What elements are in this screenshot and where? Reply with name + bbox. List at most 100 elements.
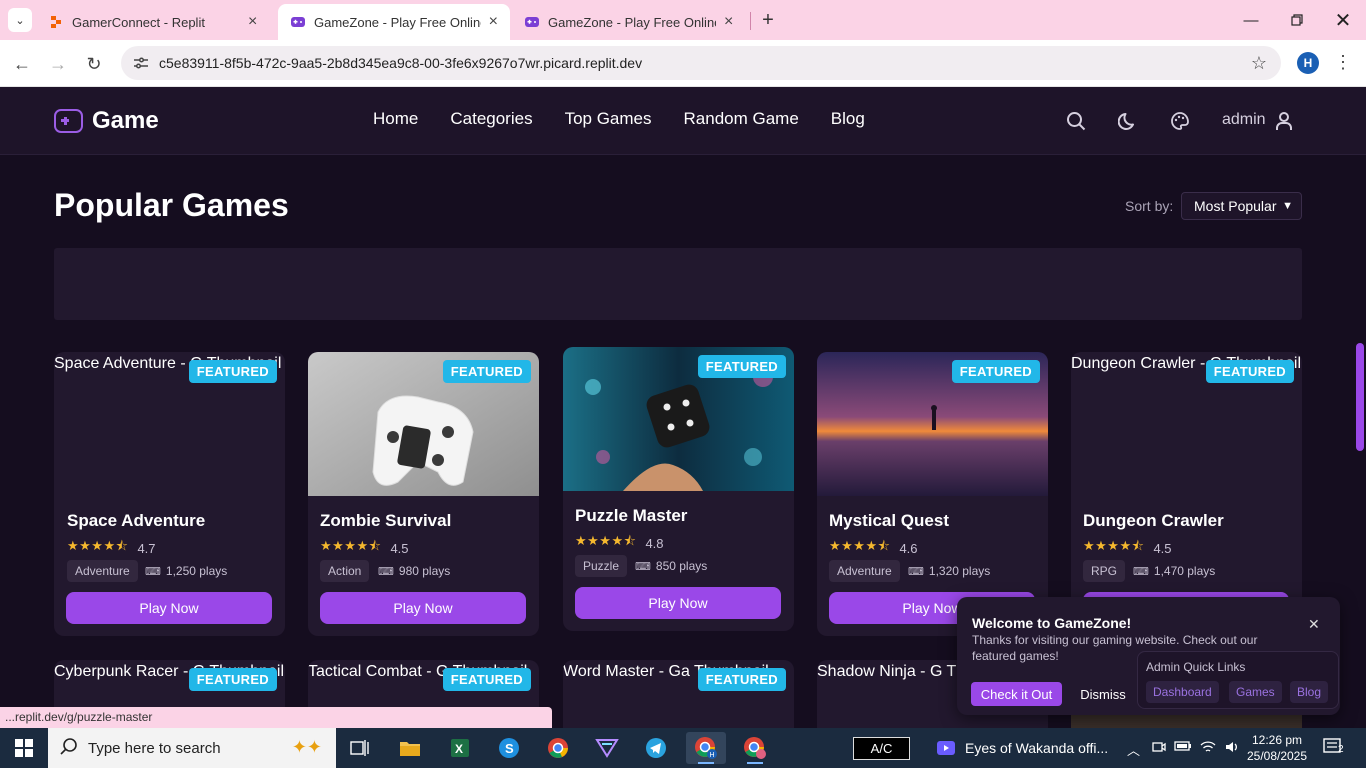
windows-start-button[interactable] (0, 728, 48, 768)
game-card[interactable]: Dungeon Crawler - G Thumbnail FEATURED D… (1071, 352, 1302, 636)
featured-badge: FEATURED (442, 668, 531, 691)
game-card[interactable]: FEATURED Mystical Quest ★★★★⯪ 4.6 Advent… (817, 352, 1048, 636)
search-icon (60, 737, 78, 760)
search-icon[interactable] (1064, 109, 1088, 133)
dismiss-button[interactable]: Dismiss (1071, 682, 1135, 706)
nav-random-game[interactable]: Random Game (684, 109, 799, 129)
play-now-button[interactable]: Play Now (320, 592, 526, 624)
featured-badge: FEATURED (1205, 360, 1294, 383)
plays-text: 1,470 plays (1153, 564, 1216, 578)
meet-now-icon[interactable] (1152, 740, 1166, 757)
close-icon[interactable]: ✕ (1308, 616, 1320, 633)
page-scrollbar[interactable] (1356, 343, 1364, 451)
game-title[interactable]: Dungeon Crawler (1083, 511, 1224, 531)
gamepad-icon: ⌨ (1133, 565, 1149, 578)
site-logo[interactable]: Game (54, 107, 159, 135)
game-card[interactable]: FEATURED Zombie Survival ★★★★⯪ 4.5 Actio… (308, 352, 539, 636)
svg-text:S: S (505, 741, 514, 756)
game-rating: ★★★★⯪ 4.8 (575, 532, 664, 554)
game-card[interactable]: FEATURED Puzzle Master ★★★★⯪ 4.8 Puzzle … (563, 347, 794, 631)
chrome-profile-icon[interactable] (735, 732, 775, 764)
ad-banner-placeholder (54, 248, 1302, 320)
wifi-icon[interactable] (1200, 740, 1216, 757)
tab-title: GameZone - Play Free Online G (548, 14, 716, 30)
site-info-icon[interactable] (133, 55, 149, 71)
gamepad-icon: ⌨ (378, 565, 394, 578)
check-it-out-button[interactable]: Check it Out (971, 682, 1062, 706)
chrome-profile-h-icon[interactable]: H (686, 732, 726, 764)
battery-icon[interactable] (1174, 740, 1192, 755)
forward-arrow-icon[interactable]: → (44, 50, 72, 78)
star-rating-icon: ★★★★⯪ (829, 538, 891, 553)
plays-text: 1,250 plays (165, 564, 228, 578)
popup-title: Welcome to GameZone! (972, 615, 1132, 631)
address-bar[interactable]: c5e83911-8f5b-472c-9aa5-2b8d345ea9c8-00-… (121, 46, 1281, 80)
file-explorer-icon[interactable] (390, 732, 430, 764)
sort-select[interactable]: Most Popular ▼ (1181, 192, 1302, 220)
back-arrow-icon[interactable]: ← (8, 50, 36, 78)
logo-text: Game (92, 107, 159, 134)
game-title[interactable]: Mystical Quest (829, 511, 949, 531)
media-player-icon[interactable] (936, 739, 956, 762)
user-icon[interactable] (1272, 109, 1296, 133)
chevron-down-icon: ▼ (1282, 200, 1293, 212)
browser-toolbar: ← → ↻ c5e83911-8f5b-472c-9aa5-2b8d345ea9… (0, 40, 1366, 87)
play-now-button[interactable]: Play Now (66, 592, 272, 624)
system-clock[interactable]: 12:26 pm 25/08/2025 (1246, 732, 1308, 764)
game-title[interactable]: Zombie Survival (320, 511, 451, 531)
taskbar-search[interactable]: Type here to search ✦✦ (48, 728, 336, 768)
palette-icon[interactable] (1168, 109, 1192, 133)
featured-badge: FEATURED (188, 360, 277, 383)
gamepad-icon (54, 109, 83, 133)
reload-icon[interactable]: ↻ (80, 50, 108, 78)
restore-button[interactable] (1274, 0, 1320, 40)
close-icon[interactable]: × (489, 13, 498, 31)
quick-link-blog[interactable]: Blog (1290, 681, 1329, 703)
new-tab-button[interactable]: + (756, 8, 780, 32)
quick-link-games[interactable]: Games (1229, 681, 1282, 703)
chevron-up-icon[interactable]: ︿ (1127, 740, 1140, 759)
user-name[interactable]: admin (1222, 111, 1266, 129)
gamepad-icon (524, 14, 540, 30)
excel-icon[interactable]: X (440, 732, 480, 764)
notification-center-icon[interactable]: 2 (1323, 738, 1345, 759)
browser-menu-icon[interactable]: ⋮ (1334, 52, 1352, 73)
close-icon[interactable]: × (724, 13, 733, 31)
volume-icon[interactable] (1224, 740, 1240, 757)
sort-value: Most Popular (1194, 198, 1277, 214)
nav-top-games[interactable]: Top Games (565, 109, 652, 129)
site-viewport: Game Home Categories Top Games Random Ga… (0, 87, 1366, 728)
telegram-icon[interactable] (636, 732, 676, 764)
chrome-icon[interactable] (538, 732, 578, 764)
skype-icon[interactable]: S (489, 732, 529, 764)
quick-link-dashboard[interactable]: Dashboard (1146, 681, 1219, 703)
close-window-button[interactable]: ✕ (1320, 0, 1366, 40)
nav-home[interactable]: Home (373, 109, 418, 129)
game-title[interactable]: Puzzle Master (575, 506, 687, 526)
tab-gamezone[interactable]: GameZone - Play Free Online G × (512, 4, 750, 40)
play-now-button[interactable]: Play Now (575, 587, 781, 619)
nav-blog[interactable]: Blog (831, 109, 865, 129)
minimize-button[interactable]: — (1228, 0, 1274, 40)
tab-gamerconnect[interactable]: GamerConnect - Replit × (36, 4, 274, 40)
clock-date: 25/08/2025 (1246, 749, 1308, 763)
profile-avatar[interactable]: H (1297, 52, 1319, 74)
star-rating-icon: ★★★★⯪ (320, 538, 382, 553)
close-icon[interactable]: × (248, 13, 257, 31)
game-title[interactable]: Space Adventure (67, 511, 205, 531)
ac-indicator[interactable]: A/C (853, 737, 910, 760)
moon-icon[interactable] (1116, 109, 1140, 133)
tab-search-button[interactable]: ⌄ (8, 8, 32, 32)
game-card[interactable]: Space Adventure - G Thumbnail FEATURED S… (54, 352, 285, 636)
game-card[interactable]: Word Master - Ga Thumbnail FEATURED (563, 660, 794, 728)
bookmark-star-icon[interactable]: ☆ (1251, 53, 1267, 74)
featured-badge: FEATURED (697, 668, 786, 691)
featured-badge: FEATURED (442, 360, 531, 383)
task-view-icon[interactable] (340, 732, 380, 764)
url-text: c5e83911-8f5b-472c-9aa5-2b8d345ea9c8-00-… (159, 55, 643, 71)
vpn-icon[interactable] (587, 732, 627, 764)
nav-categories[interactable]: Categories (450, 109, 532, 129)
star-rating-icon: ★★★★⯪ (1083, 538, 1145, 553)
tab-gamezone-active[interactable]: GameZone - Play Free Online G × (278, 4, 510, 40)
media-title[interactable]: Eyes of Wakanda offi... (965, 740, 1108, 756)
